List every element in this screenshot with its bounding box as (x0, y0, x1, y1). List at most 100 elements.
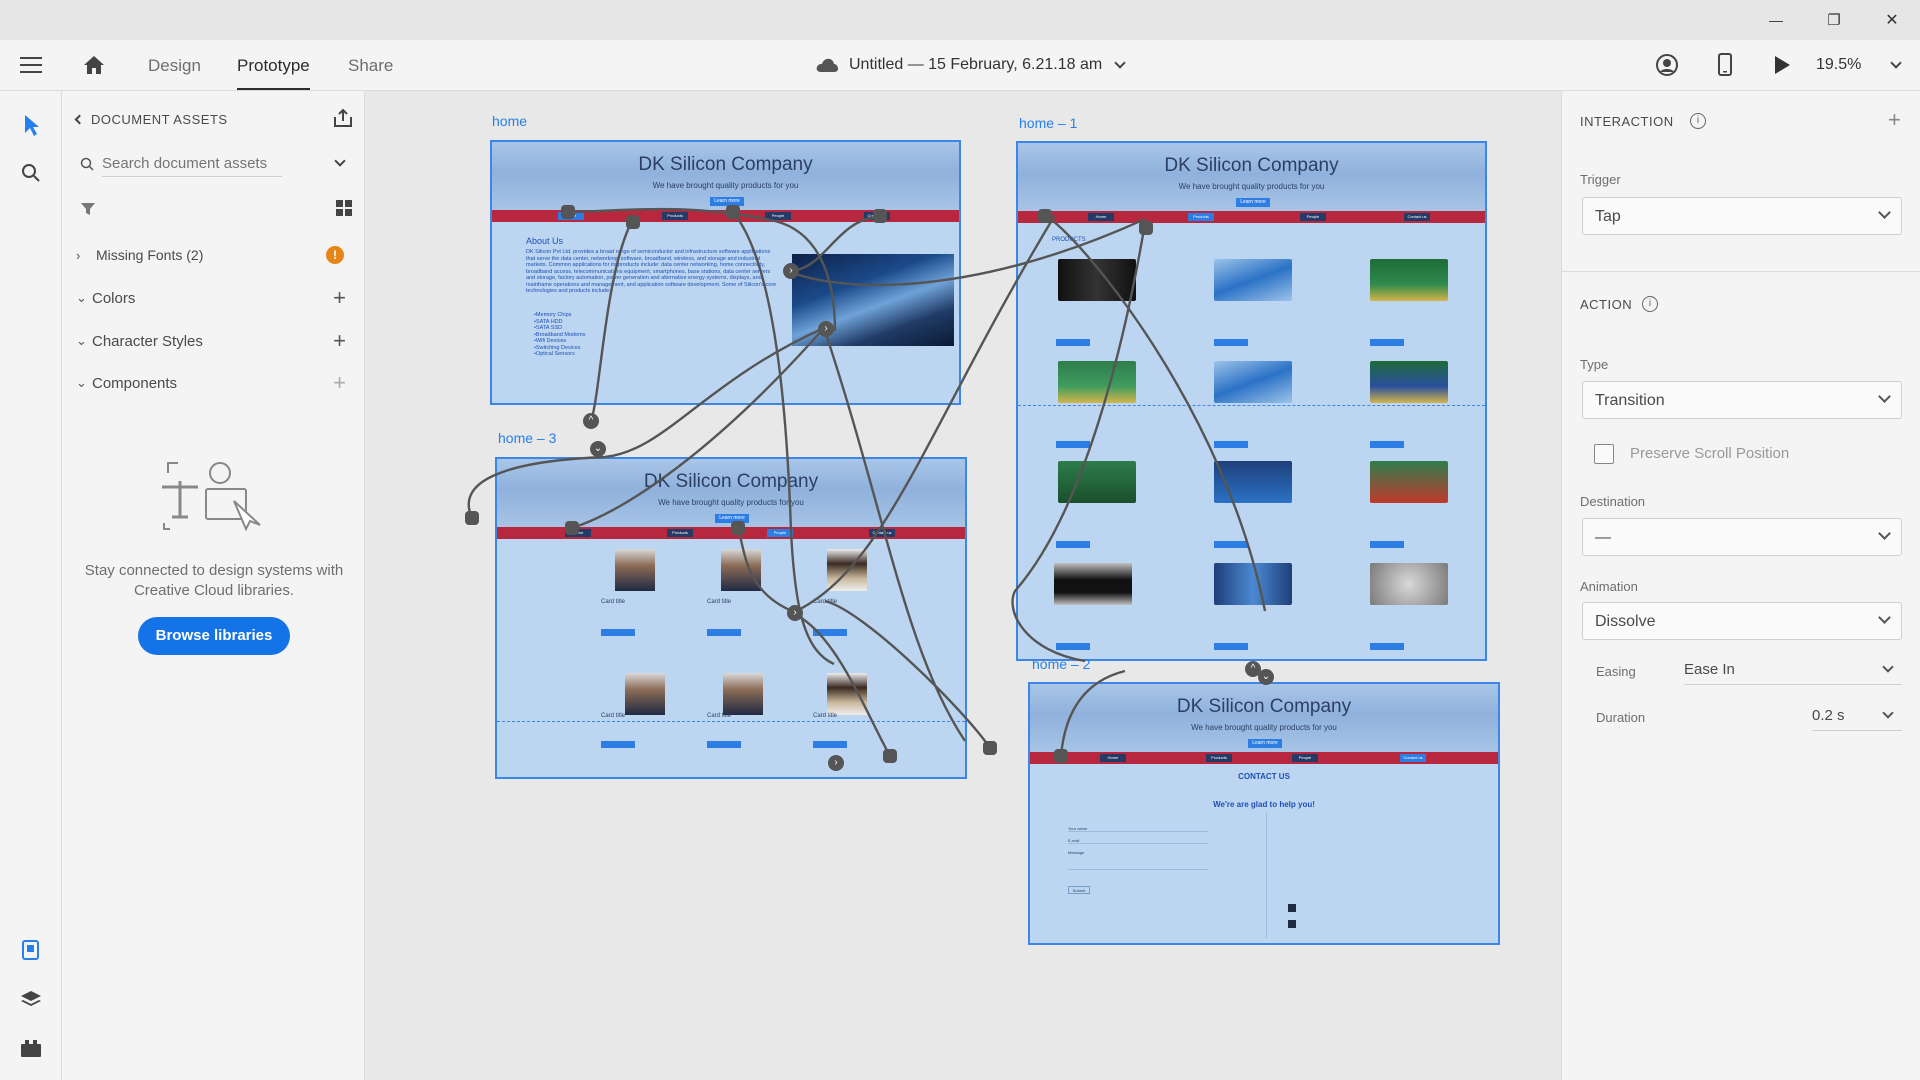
product-button (1370, 541, 1404, 548)
card-title: Card title (707, 713, 732, 719)
wire-arrow-icon[interactable]: ⌄ (590, 441, 606, 457)
products-heading: PRODUCTS (1052, 237, 1086, 243)
select-tool[interactable] (16, 110, 46, 140)
learn-more-button: Learn more (715, 514, 749, 523)
user-share-icon (1656, 54, 1678, 76)
wire-arrow-icon[interactable]: › (818, 321, 834, 337)
home-icon (84, 56, 104, 74)
trigger-label: Trigger (1580, 172, 1621, 187)
form-field: Message (1068, 850, 1208, 870)
artboard-home-3[interactable]: DK Silicon Company We have brought quali… (495, 457, 967, 779)
device-preview-button[interactable] (1716, 53, 1734, 77)
browse-libraries-button[interactable]: Browse libraries (138, 617, 290, 655)
product-image (1370, 461, 1448, 503)
artboard-home-2[interactable]: DK Silicon Company We have brought quali… (1028, 682, 1500, 945)
document-assets-tool[interactable] (16, 935, 46, 965)
chevron-down-icon (1878, 611, 1891, 624)
contact-heading: CONTACT US (1238, 772, 1290, 781)
duration-dropdown[interactable]: 0.2 s (1812, 701, 1902, 731)
artboard-home-1[interactable]: DK Silicon Company We have brought quali… (1016, 141, 1487, 661)
artboard-label-home-1[interactable]: home – 1 (1019, 115, 1077, 131)
destination-dropdown[interactable]: — (1582, 518, 1902, 556)
add-interaction-button[interactable]: + (1888, 107, 1901, 133)
artboard-label-home-3[interactable]: home – 3 (498, 430, 556, 446)
minimize-button[interactable]: — (1748, 0, 1804, 40)
info-icon[interactable]: i (1690, 113, 1706, 129)
nav-products: Products (1206, 754, 1232, 762)
artboard-label-home[interactable]: home (492, 113, 527, 129)
artboard-subtitle: We have brought quality products for you (652, 181, 799, 190)
restore-button[interactable]: ❐ (1806, 0, 1862, 40)
card-button (813, 741, 847, 748)
nav-home: Home (558, 212, 584, 220)
components-label: Components (92, 374, 178, 392)
add-component-button[interactable]: + (333, 370, 346, 396)
layers-tool[interactable] (16, 984, 46, 1014)
product-image (1370, 361, 1448, 403)
chevron-down-icon: ⌄ (76, 290, 87, 305)
plugins-tool[interactable] (16, 1033, 46, 1063)
search-input[interactable] (102, 151, 282, 177)
duration-value: 0.2 s (1812, 707, 1845, 724)
close-window-button[interactable]: ✕ (1864, 0, 1920, 40)
assets-back-button[interactable]: DOCUMENT ASSETS (74, 109, 228, 129)
type-label: Type (1580, 357, 1609, 372)
cc-libraries-message: Stay connected to design systems with Cr… (84, 562, 344, 599)
search-tool[interactable] (16, 158, 46, 188)
card-title: Card title (601, 713, 626, 719)
nav-bar: Home Products People Contact us (1018, 211, 1485, 223)
document-title: Untitled — 15 February, 6.21.18 am (849, 56, 1103, 73)
wire-arrow-icon[interactable]: › (787, 605, 803, 621)
wire-arrow-icon[interactable]: › (828, 755, 844, 771)
tab-prototype[interactable]: Prototype (237, 56, 310, 90)
chevron-down-icon (1882, 661, 1894, 673)
add-color-button[interactable]: + (333, 285, 346, 311)
viewport-fold-line (1018, 405, 1485, 406)
tab-design[interactable]: Design (148, 56, 201, 76)
phone-icon (1718, 53, 1732, 76)
preserve-scroll-checkbox[interactable] (1594, 444, 1614, 464)
chevron-down-icon[interactable] (334, 155, 346, 167)
product-button (1214, 541, 1248, 548)
search-assets-field[interactable] (76, 151, 356, 177)
filter-button[interactable] (80, 201, 96, 217)
document-title-dropdown[interactable]: Untitled — 15 February, 6.21.18 am (815, 53, 1126, 77)
about-list: •Memory Chips •SATA HDD •SATA SSD •Broad… (534, 312, 585, 358)
hamburger-menu-button[interactable] (20, 56, 42, 74)
product-button (1370, 441, 1404, 448)
card-button (707, 629, 741, 636)
colors-section[interactable]: ⌄ Colors + (76, 285, 350, 311)
zoom-value: 19.5% (1816, 56, 1862, 73)
person-photo (625, 673, 665, 715)
wire-arrow-icon[interactable]: ^ (583, 413, 599, 429)
play-preview-button[interactable] (1772, 54, 1792, 76)
artboard-home[interactable]: DK Silicon Company We have brought quali… (490, 140, 961, 405)
export-button[interactable] (332, 107, 354, 129)
artboard-title: DK Silicon Company (638, 154, 813, 175)
share-review-button[interactable] (1655, 53, 1679, 77)
easing-dropdown[interactable]: Ease In (1684, 655, 1902, 685)
add-character-style-button[interactable]: + (333, 328, 346, 354)
design-canvas[interactable]: home DK Silicon Company We have brought … (365, 91, 1561, 1080)
chevron-down-icon: ⌄ (76, 333, 87, 348)
components-section[interactable]: ⌄ Components + (76, 370, 350, 396)
animation-dropdown[interactable]: Dissolve (1582, 602, 1902, 640)
character-styles-section[interactable]: ⌄ Character Styles + (76, 328, 350, 354)
product-image (1370, 563, 1448, 605)
wire-arrow-icon[interactable]: › (783, 263, 799, 279)
warning-icon: ! (326, 246, 344, 264)
tab-share[interactable]: Share (348, 56, 393, 76)
zoom-dropdown[interactable]: 19.5% (1816, 54, 1906, 76)
home-button[interactable] (82, 53, 106, 77)
nav-home: Home (1100, 754, 1126, 762)
type-dropdown[interactable]: Transition (1582, 381, 1902, 419)
card-title: Card title (601, 599, 626, 605)
grid-view-button[interactable] (335, 199, 353, 217)
wire-arrow-icon[interactable]: ⌄ (1258, 669, 1274, 685)
trigger-dropdown[interactable]: Tap (1582, 197, 1902, 235)
info-icon[interactable]: i (1642, 296, 1658, 312)
chevron-down-icon: ⌄ (76, 375, 87, 390)
destination-label: Destination (1580, 494, 1646, 509)
artboard-label-home-2[interactable]: home – 2 (1032, 656, 1090, 672)
missing-fonts-section[interactable]: › Missing Fonts (2) ! (76, 243, 350, 267)
